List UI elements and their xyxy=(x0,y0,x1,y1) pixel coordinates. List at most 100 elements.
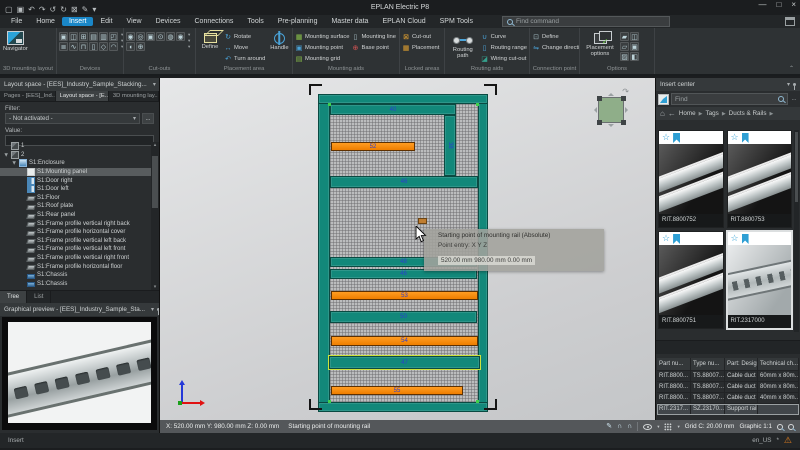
chevron-down-icon[interactable]: ▾ xyxy=(188,33,190,37)
language[interactable]: en_US xyxy=(752,437,771,444)
tree-item-s1-door-right[interactable]: S1:Door right xyxy=(0,176,151,185)
tree-item-s1-floor[interactable]: S1:Floor xyxy=(0,194,151,203)
mounting-rail-54[interactable]: 54 xyxy=(331,336,478,346)
ribbon-button-define[interactable]: Define xyxy=(198,30,222,51)
tree-item-s1-mounting-panel[interactable]: S1:Mounting panel xyxy=(0,168,151,177)
panel-tab-3d-mounting-lay[interactable]: 3D mounting lay... xyxy=(109,91,159,101)
tree-item-s1-frame-profile-vertical-right-back[interactable]: S1:Frame profile vertical right back xyxy=(0,219,151,228)
menu-item-connections[interactable]: Connections xyxy=(188,17,241,26)
chevron-down-icon[interactable]: ▾ xyxy=(657,424,659,430)
ribbon-button-routing-path[interactable]: Routing path xyxy=(447,30,479,60)
ribbon-button-rotate[interactable]: ↻Rotate xyxy=(224,32,265,42)
ribbon-button-mounting-surface[interactable]: ▦Mounting surface xyxy=(295,32,349,42)
maximize-button[interactable]: □ xyxy=(776,0,781,9)
chevron-down-icon[interactable]: ▾ xyxy=(188,45,190,49)
customize-quick-access-icon[interactable]: ▾ xyxy=(92,5,96,14)
part-card-rit-2317000[interactable]: ☆RIT.2317000 xyxy=(727,231,793,329)
ribbon-tool-icon[interactable]: ◧ xyxy=(630,52,639,61)
favorite-star-icon[interactable]: ☆ xyxy=(731,132,739,143)
ribbon-tool-icon[interactable]: ▣ xyxy=(59,32,68,41)
tree-item-s1-chassis[interactable]: S1:Chassis xyxy=(0,280,151,289)
bookmark-icon[interactable] xyxy=(673,234,680,244)
column-header[interactable]: Part: Desig... xyxy=(725,358,758,370)
ribbon-button-cut-out[interactable]: ⊠Cut-out xyxy=(402,32,439,42)
object-snap-icon[interactable]: ∩ xyxy=(627,423,632,430)
insert-center-search-input[interactable]: Find xyxy=(671,93,788,105)
snap-icon[interactable]: ∩ xyxy=(617,423,622,430)
ribbon-button-turn-around[interactable]: ↶Turn around xyxy=(224,54,265,64)
ribbon-tool-icon[interactable]: ▣ xyxy=(630,42,639,51)
menu-item-devices[interactable]: Devices xyxy=(149,17,188,26)
ribbon-tool-icon[interactable]: ⊙ xyxy=(156,32,165,41)
filter-dropdown[interactable]: - Not activated - ▾ xyxy=(5,113,140,124)
duct-50[interactable]: 50 xyxy=(330,311,477,323)
breadcrumb-item-ducts-rails[interactable]: Ducts & Rails xyxy=(729,110,767,117)
panel-splitter[interactable] xyxy=(656,340,800,354)
open-icon[interactable]: ▣ xyxy=(17,5,25,14)
find-command-box[interactable]: Find command xyxy=(502,16,670,27)
panel-tab-pages-ees-ind[interactable]: Pages - [EES]_Ind... xyxy=(0,91,56,101)
tree-item-s1-frame-profile-vertical-right-front[interactable]: S1:Frame profile vertical right front xyxy=(0,254,151,263)
menu-item-pre-planning[interactable]: Pre-planning xyxy=(271,17,325,26)
menu-item-spm-tools[interactable]: SPM Tools xyxy=(433,17,480,26)
navcube-arrow[interactable] xyxy=(625,107,631,113)
ribbon-tool-icon[interactable]: ◖ xyxy=(126,42,135,51)
ribbon-tool-icon[interactable]: ◉ xyxy=(176,32,185,41)
mounting-rail-55[interactable]: 55 xyxy=(331,386,463,395)
ribbon-button-routing-range[interactable]: ▯Routing range xyxy=(481,43,527,53)
home-icon[interactable]: ⌂ xyxy=(660,109,665,118)
ribbon-button-handle[interactable]: Handle xyxy=(267,30,291,52)
favorite-star-icon[interactable]: ☆ xyxy=(662,233,670,244)
grid-size[interactable]: Grid C: 20.00 mm xyxy=(685,423,735,430)
favorite-star-icon[interactable]: ☆ xyxy=(731,233,739,244)
tree-item-s1-frame-profile-horizontal-cover[interactable]: S1:Frame profile horizontal cover xyxy=(0,228,151,237)
navcube-handle[interactable] xyxy=(597,96,602,101)
menu-item-file[interactable]: File xyxy=(4,17,29,26)
workspace-icon[interactable] xyxy=(785,17,795,26)
ribbon-tool-icon[interactable]: ▥ xyxy=(99,32,108,41)
navcube-handle[interactable] xyxy=(621,96,626,101)
ribbon-tool-icon[interactable]: ◇ xyxy=(99,42,108,51)
tree-item-s1-rear-panel[interactable]: S1:Rear panel xyxy=(0,211,151,220)
bookmark-icon[interactable] xyxy=(742,133,749,143)
visibility-icon[interactable] xyxy=(643,424,652,430)
duct-38[interactable]: 38 xyxy=(444,115,456,176)
breadcrumb-item-tags[interactable]: Tags xyxy=(706,110,719,117)
tree-item-s1-chassis[interactable]: S1:Chassis xyxy=(0,271,151,280)
ribbon-button-placement[interactable]: ▦Placement xyxy=(402,43,439,53)
delete-icon[interactable]: ⊠ xyxy=(71,5,78,14)
dropdown-icon[interactable]: ▾ xyxy=(787,81,790,88)
tree-item-2[interactable]: ▶2 xyxy=(0,151,151,160)
warning-icon[interactable]: ⚠ xyxy=(784,435,792,446)
part-card-rit-8800751[interactable]: ☆RIT.8800751 xyxy=(658,231,724,329)
ribbon-button-base-point[interactable]: ⊕Base point xyxy=(351,43,395,53)
redo-icon[interactable]: ↷ xyxy=(39,5,46,14)
ribbon-button-mounting-grid[interactable]: ▤Mounting grid xyxy=(295,54,349,64)
expander-icon[interactable]: ▶ xyxy=(11,160,17,166)
rotate-view-icon[interactable]: ↷ xyxy=(622,87,629,96)
ribbon-tool-icon[interactable]: ◫ xyxy=(630,32,639,41)
tree-item-s1-frame-profile-vertical-left-front[interactable]: S1:Frame profile vertical left front xyxy=(0,245,151,254)
ribbon-tool-icon[interactable]: ▰ xyxy=(620,32,629,41)
ribbon-tool-icon[interactable]: ◰ xyxy=(109,32,118,41)
ribbon-tool-icon[interactable]: ◉ xyxy=(126,32,135,41)
expander-icon[interactable]: ▶ xyxy=(3,152,9,158)
new-icon[interactable]: ▢ xyxy=(5,5,13,14)
pin-icon[interactable] xyxy=(793,83,796,86)
dropdown-icon[interactable]: ▾ xyxy=(151,306,154,313)
ribbon-tool-icon[interactable]: ≣ xyxy=(59,42,68,51)
zoom-in-icon[interactable] xyxy=(777,424,783,430)
navcube-handle[interactable] xyxy=(597,120,602,125)
tree-item-s1-frame-profile-vertical-left-back[interactable]: S1:Frame profile vertical left back xyxy=(0,237,151,246)
panel-tab-layout-space-e[interactable]: Layout space - [E... xyxy=(56,91,109,101)
ribbon-button-mounting-line[interactable]: ▯Mounting line xyxy=(351,32,395,42)
tree-item-s1-enclosure[interactable]: ▶S1:Enclosure xyxy=(0,159,151,168)
ribbon-tool-icon[interactable]: ⊓ xyxy=(79,42,88,51)
tree-item-s1-roof-plate[interactable]: S1:Roof plate xyxy=(0,202,151,211)
zoom-out-icon[interactable] xyxy=(788,424,794,430)
chevron-down-icon[interactable]: ▾ xyxy=(121,33,123,37)
navcube-arrow[interactable] xyxy=(591,107,597,113)
grid-toggle-icon[interactable] xyxy=(664,423,672,431)
chevron-down-icon[interactable]: ▾ xyxy=(121,39,123,43)
part-card-rit-8800752[interactable]: ☆RIT.8800752 xyxy=(658,130,724,228)
